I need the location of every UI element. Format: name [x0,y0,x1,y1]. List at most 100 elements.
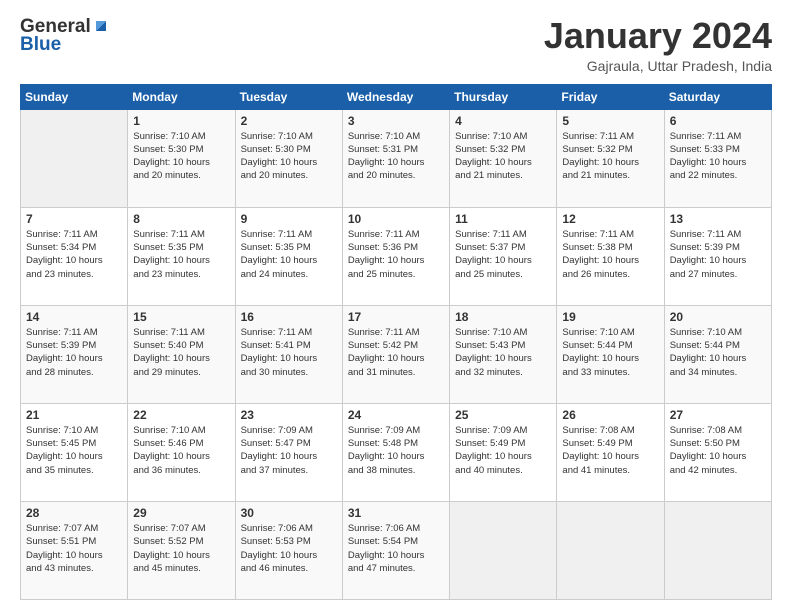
day-info: Sunrise: 7:11 AM Sunset: 5:39 PM Dayligh… [670,228,766,281]
day-number: 5 [562,114,658,128]
calendar-cell [450,501,557,599]
day-info: Sunrise: 7:11 AM Sunset: 5:35 PM Dayligh… [133,228,229,281]
day-number: 30 [241,506,337,520]
day-info: Sunrise: 7:08 AM Sunset: 5:49 PM Dayligh… [562,424,658,477]
calendar-cell: 19 Sunrise: 7:10 AM Sunset: 5:44 PM Dayli… [557,305,664,403]
day-info: Sunrise: 7:07 AM Sunset: 5:52 PM Dayligh… [133,522,229,575]
week-row-4: 21 Sunrise: 7:10 AM Sunset: 5:45 PM Dayli… [21,403,772,501]
day-number: 19 [562,310,658,324]
day-number: 21 [26,408,122,422]
day-info: Sunrise: 7:10 AM Sunset: 5:30 PM Dayligh… [241,130,337,183]
calendar-cell: 27 Sunrise: 7:08 AM Sunset: 5:50 PM Dayli… [664,403,771,501]
day-info: Sunrise: 7:07 AM Sunset: 5:51 PM Dayligh… [26,522,122,575]
day-number: 31 [348,506,444,520]
calendar-cell: 16Sunrise: 7:11 AM Sunset: 5:41 PM Dayli… [235,305,342,403]
location: Gajraula, Uttar Pradesh, India [544,58,772,74]
day-number: 3 [348,114,444,128]
col-header-wednesday: Wednesday [342,84,449,109]
day-number: 12 [562,212,658,226]
col-header-thursday: Thursday [450,84,557,109]
calendar-cell: 18Sunrise: 7:10 AM Sunset: 5:43 PM Dayli… [450,305,557,403]
day-info: Sunrise: 7:10 AM Sunset: 5:44 PM Dayligh… [562,326,658,379]
day-info: Sunrise: 7:11 AM Sunset: 5:40 PM Dayligh… [133,326,229,379]
day-info: Sunrise: 7:06 AM Sunset: 5:53 PM Dayligh… [241,522,337,575]
day-number: 17 [348,310,444,324]
calendar-cell: 23 Sunrise: 7:09 AM Sunset: 5:47 PM Dayli… [235,403,342,501]
day-number: 8 [133,212,229,226]
day-number: 10 [348,212,444,226]
day-number: 25 [455,408,551,422]
day-info: Sunrise: 7:10 AM Sunset: 5:45 PM Dayligh… [26,424,122,477]
month-title: January 2024 [544,16,772,56]
calendar-cell: 4Sunrise: 7:10 AM Sunset: 5:32 PM Daylig… [450,109,557,207]
day-number: 4 [455,114,551,128]
calendar-cell: 12 Sunrise: 7:11 AM Sunset: 5:38 PM Dayli… [557,207,664,305]
day-info: Sunrise: 7:08 AM Sunset: 5:50 PM Dayligh… [670,424,766,477]
day-info: Sunrise: 7:11 AM Sunset: 5:42 PM Dayligh… [348,326,444,379]
week-row-5: 28 Sunrise: 7:07 AM Sunset: 5:51 PM Dayli… [21,501,772,599]
calendar-cell: 1 Sunrise: 7:10 AM Sunset: 5:30 PM Daylig… [128,109,235,207]
logo-icon [92,17,110,35]
calendar-cell: 7 Sunrise: 7:11 AM Sunset: 5:34 PM Daylig… [21,207,128,305]
day-info: Sunrise: 7:09 AM Sunset: 5:47 PM Dayligh… [241,424,337,477]
day-info: Sunrise: 7:10 AM Sunset: 5:43 PM Dayligh… [455,326,551,379]
col-header-saturday: Saturday [664,84,771,109]
title-block: January 2024 Gajraula, Uttar Pradesh, In… [544,16,772,74]
day-info: Sunrise: 7:11 AM Sunset: 5:34 PM Dayligh… [26,228,122,281]
calendar-cell: 31 Sunrise: 7:06 AM Sunset: 5:54 PM Dayli… [342,501,449,599]
day-info: Sunrise: 7:11 AM Sunset: 5:36 PM Dayligh… [348,228,444,281]
calendar-cell: 14 Sunrise: 7:11 AM Sunset: 5:39 PM Dayli… [21,305,128,403]
logo: General Blue [20,16,110,56]
day-number: 23 [241,408,337,422]
day-info: Sunrise: 7:09 AM Sunset: 5:48 PM Dayligh… [348,424,444,477]
day-info: Sunrise: 7:11 AM Sunset: 5:39 PM Dayligh… [26,326,122,379]
day-info: Sunrise: 7:10 AM Sunset: 5:46 PM Dayligh… [133,424,229,477]
day-info: Sunrise: 7:11 AM Sunset: 5:41 PM Dayligh… [241,326,337,379]
calendar-cell: 21 Sunrise: 7:10 AM Sunset: 5:45 PM Dayli… [21,403,128,501]
day-number: 28 [26,506,122,520]
header-row: SundayMondayTuesdayWednesdayThursdayFrid… [21,84,772,109]
day-info: Sunrise: 7:10 AM Sunset: 5:44 PM Dayligh… [670,326,766,379]
calendar-cell: 29Sunrise: 7:07 AM Sunset: 5:52 PM Dayli… [128,501,235,599]
calendar-cell [557,501,664,599]
calendar-cell: 3Sunrise: 7:10 AM Sunset: 5:31 PM Daylig… [342,109,449,207]
calendar-cell: 11Sunrise: 7:11 AM Sunset: 5:37 PM Dayli… [450,207,557,305]
calendar-cell: 10 Sunrise: 7:11 AM Sunset: 5:36 PM Dayli… [342,207,449,305]
week-row-3: 14 Sunrise: 7:11 AM Sunset: 5:39 PM Dayli… [21,305,772,403]
day-info: Sunrise: 7:11 AM Sunset: 5:32 PM Dayligh… [562,130,658,183]
week-row-2: 7 Sunrise: 7:11 AM Sunset: 5:34 PM Daylig… [21,207,772,305]
day-info: Sunrise: 7:10 AM Sunset: 5:30 PM Dayligh… [133,130,229,183]
day-info: Sunrise: 7:11 AM Sunset: 5:35 PM Dayligh… [241,228,337,281]
day-number: 1 [133,114,229,128]
col-header-monday: Monday [128,84,235,109]
day-number: 2 [241,114,337,128]
day-number: 27 [670,408,766,422]
day-number: 7 [26,212,122,226]
day-info: Sunrise: 7:09 AM Sunset: 5:49 PM Dayligh… [455,424,551,477]
day-number: 26 [562,408,658,422]
day-info: Sunrise: 7:11 AM Sunset: 5:33 PM Dayligh… [670,130,766,183]
day-info: Sunrise: 7:11 AM Sunset: 5:37 PM Dayligh… [455,228,551,281]
calendar-cell: 2 Sunrise: 7:10 AM Sunset: 5:30 PM Daylig… [235,109,342,207]
day-number: 24 [348,408,444,422]
calendar-cell: 26 Sunrise: 7:08 AM Sunset: 5:49 PM Dayli… [557,403,664,501]
day-number: 6 [670,114,766,128]
page: General Blue January 2024 Gajraula, Utta… [0,0,792,612]
calendar-cell: 30 Sunrise: 7:06 AM Sunset: 5:53 PM Dayli… [235,501,342,599]
calendar-cell [664,501,771,599]
day-number: 20 [670,310,766,324]
day-info: Sunrise: 7:11 AM Sunset: 5:38 PM Dayligh… [562,228,658,281]
day-number: 14 [26,310,122,324]
week-row-1: 1 Sunrise: 7:10 AM Sunset: 5:30 PM Daylig… [21,109,772,207]
day-info: Sunrise: 7:06 AM Sunset: 5:54 PM Dayligh… [348,522,444,575]
calendar-cell [21,109,128,207]
calendar-cell: 6 Sunrise: 7:11 AM Sunset: 5:33 PM Daylig… [664,109,771,207]
calendar-cell: 24 Sunrise: 7:09 AM Sunset: 5:48 PM Dayli… [342,403,449,501]
calendar-cell: 8 Sunrise: 7:11 AM Sunset: 5:35 PM Daylig… [128,207,235,305]
logo-blue: Blue [20,34,61,56]
day-number: 13 [670,212,766,226]
calendar-cell: 25 Sunrise: 7:09 AM Sunset: 5:49 PM Dayli… [450,403,557,501]
calendar-cell: 22Sunrise: 7:10 AM Sunset: 5:46 PM Dayli… [128,403,235,501]
col-header-friday: Friday [557,84,664,109]
calendar-cell: 5 Sunrise: 7:11 AM Sunset: 5:32 PM Daylig… [557,109,664,207]
